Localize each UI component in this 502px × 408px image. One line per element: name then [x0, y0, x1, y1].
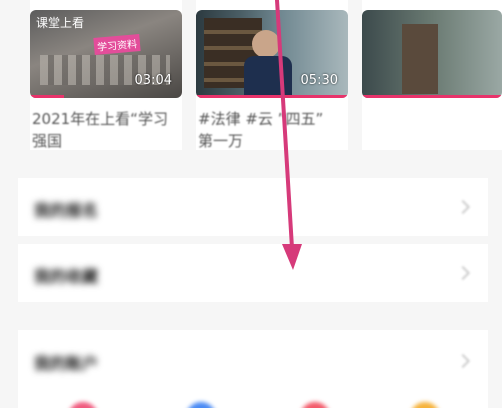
swipe-down-arrow-icon	[275, 0, 302, 270]
app-screen: 课堂上看 学习资料 03:04 2021年在上看“学习 强国 05:30 #法律…	[0, 0, 502, 408]
